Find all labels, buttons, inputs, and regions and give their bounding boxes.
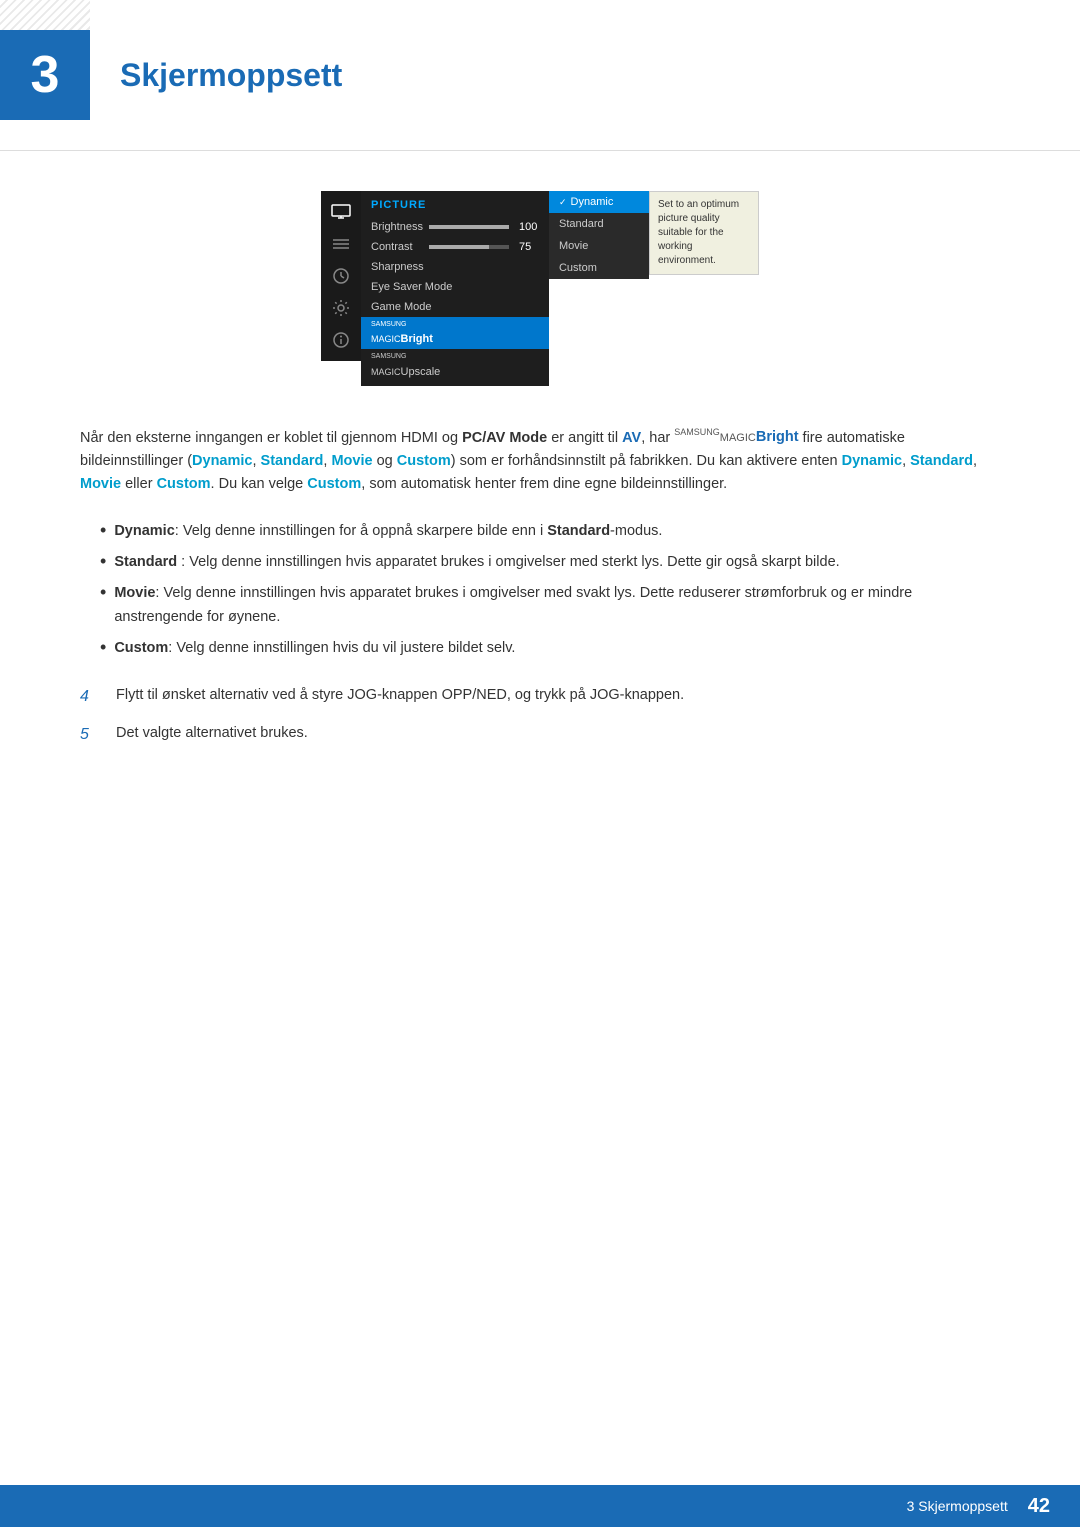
contrast-fill — [429, 245, 489, 249]
contrast-bar — [429, 245, 509, 249]
list-item: • Movie: Velg denne innstillingen hvis a… — [100, 578, 1000, 632]
bullet-list: • Dynamic: Velg denne innstillingen for … — [100, 516, 1000, 664]
movie-inline2: Movie — [80, 476, 121, 492]
menu-container: PICTURE Brightness 100 Contrast — [321, 191, 759, 386]
brightness-value: 100 — [519, 221, 539, 233]
dynamic-label: Dynamic — [571, 196, 614, 208]
brightness-bar — [429, 225, 509, 229]
info-icon — [328, 327, 354, 353]
magic-bright-label: SAMSUNG MAGICBright — [371, 321, 433, 345]
bullet-dot: • — [100, 520, 106, 542]
menu-header: PICTURE — [361, 195, 549, 217]
submenu-item-movie: Movie — [549, 235, 649, 257]
bullet-text-1: Dynamic: Velg denne innstillingen for å … — [114, 520, 662, 543]
bullet-text-3: Movie: Velg denne innstillingen hvis app… — [114, 582, 1000, 628]
custom-inline3: Custom — [307, 476, 361, 492]
footer: 3 Skjermoppsett 42 — [0, 1485, 1080, 1527]
footer-text: 3 Skjermoppsett 42 — [907, 1495, 1050, 1518]
magic-bright-inline: SAMSUNGMAGICBright — [674, 429, 798, 445]
brightness-label: Brightness — [371, 221, 423, 233]
step-4-num: 4 — [80, 684, 100, 710]
sidebar-icons — [321, 191, 361, 361]
monitor-screenshot: PICTURE Brightness 100 Contrast — [80, 191, 1000, 386]
dynamic-inline: Dynamic — [192, 453, 252, 469]
standard-label: Standard — [559, 218, 604, 230]
av-highlight: AV — [622, 429, 641, 445]
submenu: ✓ Dynamic Standard Movie Custom — [549, 191, 649, 279]
monitor-icon — [328, 199, 354, 225]
step-5-text: Det valgte alternativet brukes. — [116, 722, 308, 745]
dynamic-inline2: Dynamic — [842, 453, 902, 469]
main-menu: PICTURE Brightness 100 Contrast — [361, 191, 549, 386]
step-4-text: Flytt til ønsket alternativ ved å styre … — [116, 684, 684, 707]
footer-chapter: 3 Skjermoppsett — [907, 1498, 1008, 1514]
custom-inline: Custom — [397, 453, 451, 469]
menu-item-eye-saver: Eye Saver Mode — [361, 277, 549, 297]
magic-upscale-label: SAMSUNG MAGICUpscale — [371, 353, 440, 377]
standard-inline2: Standard — [910, 453, 973, 469]
custom-label: Custom — [559, 262, 597, 274]
body-paragraph: Når den eksterne inngangen er koblet til… — [80, 426, 1000, 496]
game-mode-label: Game Mode — [371, 301, 432, 313]
chapter-title: Skjermoppsett — [120, 57, 342, 94]
menu-item-contrast: Contrast 75 — [361, 237, 549, 257]
chapter-box: 3 — [0, 30, 90, 120]
gear-icon — [328, 295, 354, 321]
page-content: PICTURE Brightness 100 Contrast — [0, 151, 1080, 799]
sharpness-label: Sharpness — [371, 261, 424, 273]
list-item: • Dynamic: Velg denne innstillingen for … — [100, 516, 1000, 547]
chapter-number: 3 — [31, 45, 60, 105]
contrast-label: Contrast — [371, 241, 413, 253]
menu-item-magic-upscale: SAMSUNG MAGICUpscale — [361, 349, 549, 381]
brightness-fill — [429, 225, 509, 229]
menu-item-brightness: Brightness 100 — [361, 217, 549, 237]
pcav-highlight: PC/AV Mode — [462, 429, 547, 445]
step-5-num: 5 — [80, 722, 100, 748]
step-4: 4 Flytt til ønsket alternativ ved å styr… — [80, 684, 1000, 710]
bullet-text-4: Custom: Velg denne innstillingen hvis du… — [114, 637, 515, 660]
lines-icon — [328, 231, 354, 257]
submenu-item-dynamic: ✓ Dynamic — [549, 191, 649, 213]
contrast-value: 75 — [519, 241, 539, 253]
page-number: 42 — [1028, 1495, 1050, 1518]
menu-item-magic-bright: SAMSUNG MAGICBright — [361, 317, 549, 349]
movie-label: Movie — [559, 240, 588, 252]
bullet-dot: • — [100, 582, 106, 604]
list-item: • Custom: Velg denne innstillingen hvis … — [100, 633, 1000, 664]
menu-item-game-mode: Game Mode — [361, 297, 549, 317]
submenu-item-standard: Standard — [549, 213, 649, 235]
bullet-dot: • — [100, 551, 106, 573]
bullet-dot: • — [100, 637, 106, 659]
custom-inline2: Custom — [157, 476, 211, 492]
bullet-text-2: Standard : Velg denne innstillingen hvis… — [114, 551, 839, 574]
menu-item-sharpness: Sharpness — [361, 257, 549, 277]
eye-saver-label: Eye Saver Mode — [371, 281, 452, 293]
submenu-item-custom: Custom — [549, 257, 649, 279]
standard-inline: Standard — [261, 453, 324, 469]
step-5: 5 Det valgte alternativet brukes. — [80, 722, 1000, 748]
tooltip: Set to an optimum picture quality suitab… — [649, 191, 759, 275]
eye-icon — [328, 263, 354, 289]
movie-inline: Movie — [331, 453, 372, 469]
checkmark-icon: ✓ — [559, 197, 567, 208]
list-item: • Standard : Velg denne innstillingen hv… — [100, 547, 1000, 578]
